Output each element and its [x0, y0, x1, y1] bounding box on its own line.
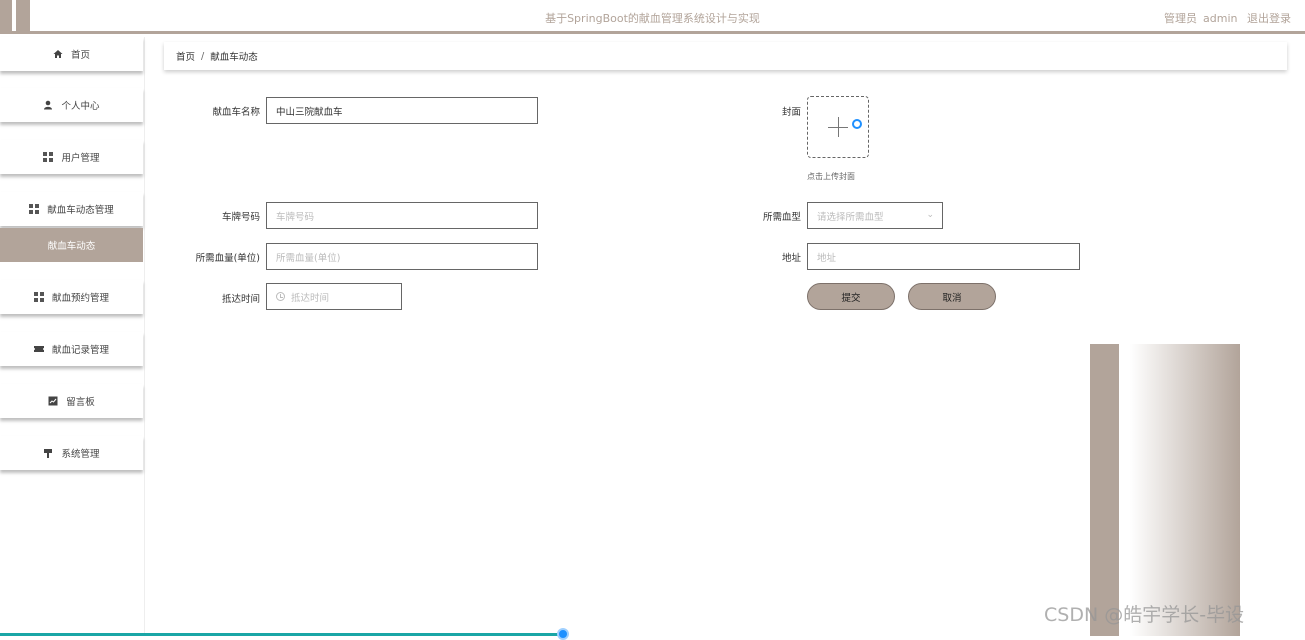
sidebar-item-records[interactable]: 献血记录管理 — [0, 332, 143, 366]
grid-icon — [43, 152, 54, 162]
sidebar-item-label: 系统管理 — [61, 449, 100, 460]
sidebar-item-system[interactable]: 系统管理 — [0, 436, 143, 470]
sidebar: 首页 个人中心 用户管理 献血车动态管理 献血车动态 献血预约管理 献血记录管理… — [0, 37, 145, 636]
logout-link[interactable]: 退出登录 — [1247, 12, 1291, 25]
header-user-area: 管理员 admin 退出登录 — [1158, 10, 1291, 26]
user-icon — [43, 100, 53, 110]
sidebar-item-label: 献血预约管理 — [51, 293, 109, 304]
scroll-handle[interactable] — [557, 628, 569, 640]
clock-icon — [276, 292, 285, 301]
sidebar-item-message-board[interactable]: 留言板 — [0, 384, 143, 418]
sidebar-item-profile[interactable]: 个人中心 — [0, 88, 143, 122]
submit-button[interactable]: 提交 — [807, 283, 895, 310]
address-input[interactable]: 地址 — [807, 243, 1080, 270]
user-role: 管理员 — [1164, 12, 1198, 25]
breadcrumb-current: 献血车动态 — [210, 52, 258, 63]
arrival-placeholder: 抵达时间 — [291, 292, 330, 304]
sidebar-item-label: 首页 — [70, 50, 90, 61]
plate-label: 车牌号码 — [221, 212, 260, 223]
breadcrumb-separator: / — [201, 50, 205, 62]
top-header: 基于SpringBoot的献血管理系统设计与实现 管理员 admin 退出登录 — [0, 0, 1305, 34]
address-label: 地址 — [781, 253, 801, 264]
sidebar-item-label: 个人中心 — [61, 101, 100, 112]
sidebar-item-users[interactable]: 用户管理 — [0, 140, 143, 174]
arrival-label: 抵达时间 — [221, 294, 260, 305]
cancel-button[interactable]: 取消 — [908, 283, 996, 310]
decorative-bar — [1090, 344, 1119, 636]
name-label: 献血车名称 — [212, 107, 260, 118]
blood-type-select[interactable]: 请选择所需血型 ⌄ — [807, 202, 943, 229]
username: admin — [1203, 12, 1238, 25]
name-input[interactable]: 中山三院献血车 — [266, 97, 538, 124]
sidebar-subitem-bus-dynamics[interactable]: 献血车动态 — [0, 228, 143, 262]
cursor-indicator-icon — [852, 119, 862, 129]
breadcrumb: 首页 / 献血车动态 — [164, 42, 1287, 70]
sidebar-item-label: 献血记录管理 — [51, 345, 109, 356]
blood-type-label: 所需血型 — [762, 212, 801, 223]
chart-icon — [48, 396, 58, 406]
sidebar-item-label: 献血车动态管理 — [47, 205, 114, 216]
cover-label: 封面 — [781, 107, 801, 118]
ticket-icon — [33, 344, 44, 354]
app-title: 基于SpringBoot的献血管理系统设计与实现 — [545, 12, 760, 25]
chevron-down-icon: ⌄ — [926, 210, 934, 220]
grid-icon — [33, 292, 44, 302]
sidebar-item-label: 留言板 — [66, 397, 95, 408]
decorative-gradient-bar — [1130, 344, 1240, 636]
watermark: CSDN @皓宇学长-毕设 — [1044, 604, 1245, 626]
sidebar-item-home[interactable]: 首页 — [0, 37, 143, 71]
pin-icon — [43, 448, 53, 458]
grid-icon — [29, 204, 40, 214]
cover-upload-hint: 点击上传封面 — [807, 172, 855, 181]
sidebar-item-reservations[interactable]: 献血预约管理 — [0, 280, 143, 314]
volume-input[interactable]: 所需血量(单位) — [266, 243, 538, 270]
volume-label: 所需血量(单位) — [195, 253, 260, 264]
breadcrumb-home[interactable]: 首页 — [176, 49, 195, 63]
arrival-date-input[interactable]: 抵达时间 — [266, 283, 402, 310]
sidebar-item-bus-dynamics-management[interactable]: 献血车动态管理 — [0, 192, 143, 226]
home-icon — [53, 49, 63, 59]
sidebar-item-label: 用户管理 — [61, 153, 100, 164]
plate-input[interactable]: 车牌号码 — [266, 202, 538, 229]
plus-icon-vertical — [838, 117, 839, 137]
cover-upload[interactable] — [807, 96, 869, 158]
blood-type-placeholder: 请选择所需血型 — [817, 211, 884, 223]
